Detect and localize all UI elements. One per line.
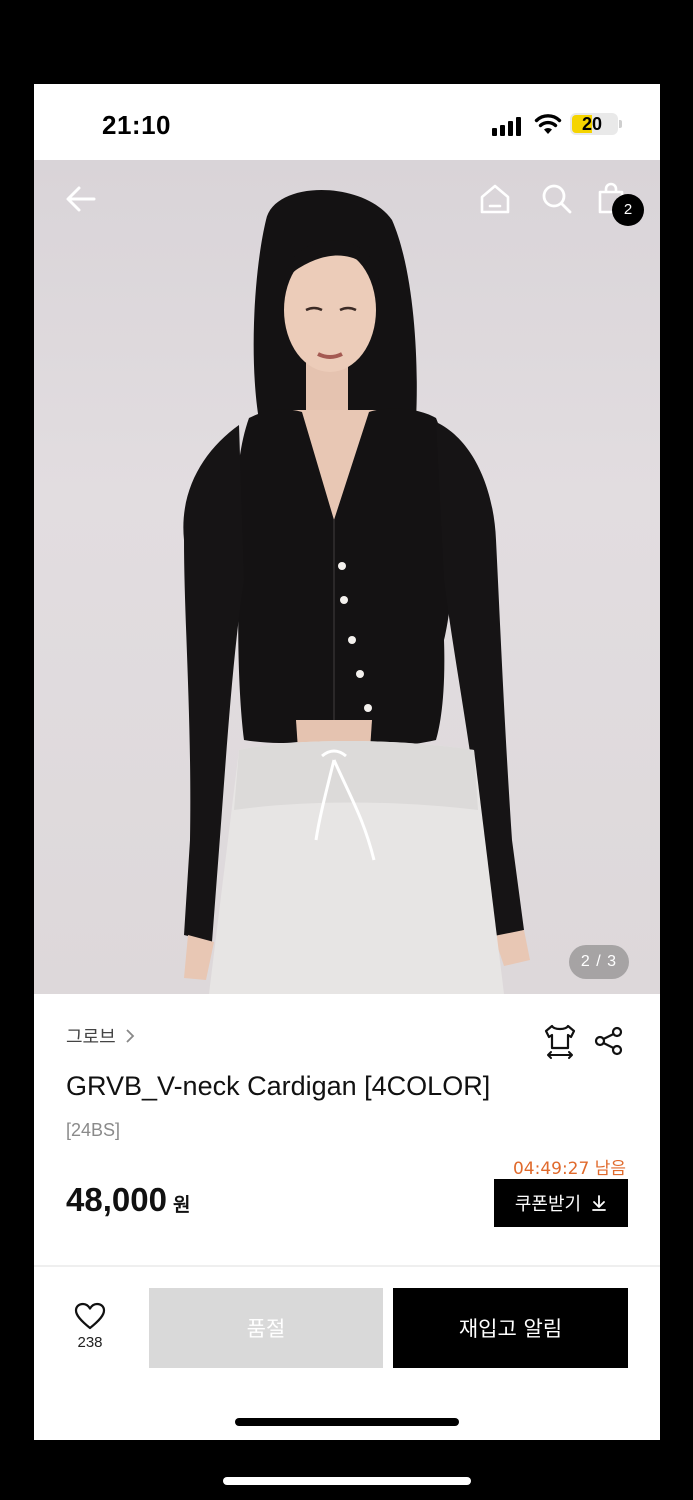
- product-top-nav: [34, 160, 660, 240]
- image-counter: 2 / 3: [569, 945, 629, 979]
- search-icon[interactable]: [540, 182, 574, 216]
- coupon-label: 쿠폰받기: [514, 1194, 582, 1215]
- section-divider: [34, 1265, 660, 1267]
- model-photo: [183, 190, 530, 994]
- heart-icon: [74, 1302, 106, 1330]
- status-time: 21:10: [102, 110, 171, 140]
- product-season-code: [24BS]: [66, 1120, 121, 1140]
- back-arrow-icon[interactable]: [64, 184, 98, 214]
- cellular-signal-icon: [492, 116, 524, 136]
- product-image[interactable]: [34, 160, 660, 994]
- price-amount: 48,000: [66, 1181, 167, 1218]
- brand-name[interactable]: 그로브: [66, 1023, 116, 1049]
- download-icon: [592, 1195, 607, 1211]
- share-icon[interactable]: [594, 1026, 624, 1056]
- status-bar: 21:10 20: [34, 84, 660, 160]
- cart-count-badge[interactable]: 2: [612, 194, 644, 226]
- battery-level: 20: [581, 114, 603, 134]
- restock-alert-button[interactable]: 재입고 알림: [393, 1288, 628, 1368]
- chevron-right-icon: [126, 1029, 134, 1043]
- coupon-countdown: 04:49:27 남음: [512, 1159, 626, 1179]
- system-home-indicator[interactable]: [223, 1477, 471, 1485]
- brand-link[interactable]: 그로브: [66, 1022, 136, 1050]
- phone-screen: 21:10 20 2 2 / 3 그로브 GRVB_V-neck Cardiga…: [34, 84, 660, 1440]
- wifi-icon: [534, 114, 562, 134]
- coupon-download-button[interactable]: 쿠폰받기: [494, 1179, 628, 1227]
- like-count: 238: [77, 1334, 103, 1351]
- soldout-button[interactable]: 품절: [149, 1288, 383, 1368]
- size-guide-icon[interactable]: [542, 1022, 578, 1062]
- battery-icon: 20: [570, 113, 618, 135]
- home-indicator[interactable]: [235, 1418, 459, 1426]
- home-icon[interactable]: [478, 182, 512, 216]
- price-currency: 원: [172, 1194, 191, 1216]
- like-button[interactable]: 238: [64, 1302, 116, 1354]
- product-price: 48,000 원: [66, 1181, 190, 1219]
- product-title: GRVB_V-neck Cardigan [4COLOR]: [66, 1071, 491, 1101]
